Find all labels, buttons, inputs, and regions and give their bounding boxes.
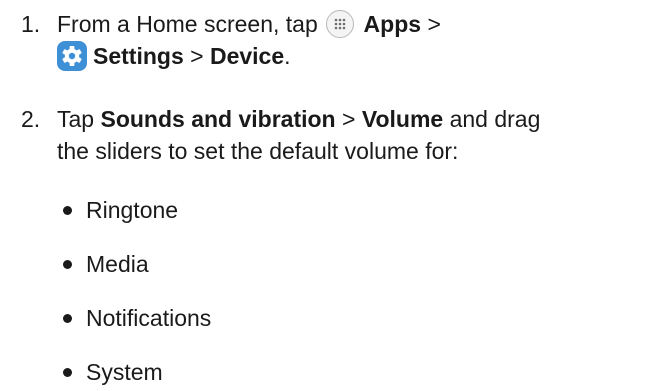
step-1-text: From a Home screen, tap Apps > Settings … xyxy=(57,8,657,72)
step-2-intro: Tap xyxy=(57,106,95,132)
list-item-label: Ringtone xyxy=(86,197,179,223)
step-2: 2. Tap Sounds and vibration > Volume and… xyxy=(0,103,665,173)
device-label: Device xyxy=(209,43,285,69)
step-number: 1. xyxy=(21,11,41,37)
bullet-dot xyxy=(63,206,72,215)
volume-label: Volume xyxy=(361,106,444,132)
sounds-vibration-label: Sounds and vibration xyxy=(100,106,336,132)
list-item: System xyxy=(0,356,665,388)
step-2-text: Tap Sounds and vibration > Volume and dr… xyxy=(57,103,657,167)
separator: > xyxy=(342,106,356,132)
list-item-label: Media xyxy=(86,251,149,277)
list-item: Notifications xyxy=(0,302,665,334)
settings-label: Settings xyxy=(93,43,184,69)
step-1: 1. From a Home screen, tap Apps > Settin… xyxy=(0,8,665,78)
step-2-line2: the sliders to set the default volume fo… xyxy=(57,138,459,164)
list-item-label: System xyxy=(86,359,163,385)
bullet-dot xyxy=(63,314,72,323)
bullet-dot xyxy=(63,260,72,269)
gear-icon xyxy=(57,41,87,71)
bullet-dot xyxy=(63,368,72,377)
list-item-label: Notifications xyxy=(86,305,212,331)
apps-label: Apps xyxy=(363,11,422,37)
step-1-intro: From a Home screen, tap xyxy=(57,11,318,37)
list-item: Media xyxy=(0,248,665,280)
instructions-page: 1. From a Home screen, tap Apps > Settin… xyxy=(0,0,665,391)
step-number: 2. xyxy=(21,106,41,132)
separator: > xyxy=(190,43,204,69)
separator: > xyxy=(427,11,441,37)
list-item: Ringtone xyxy=(0,194,665,226)
apps-grid-icon xyxy=(326,10,355,38)
step-2-continuation: and drag xyxy=(449,106,541,132)
period: . xyxy=(284,43,291,69)
